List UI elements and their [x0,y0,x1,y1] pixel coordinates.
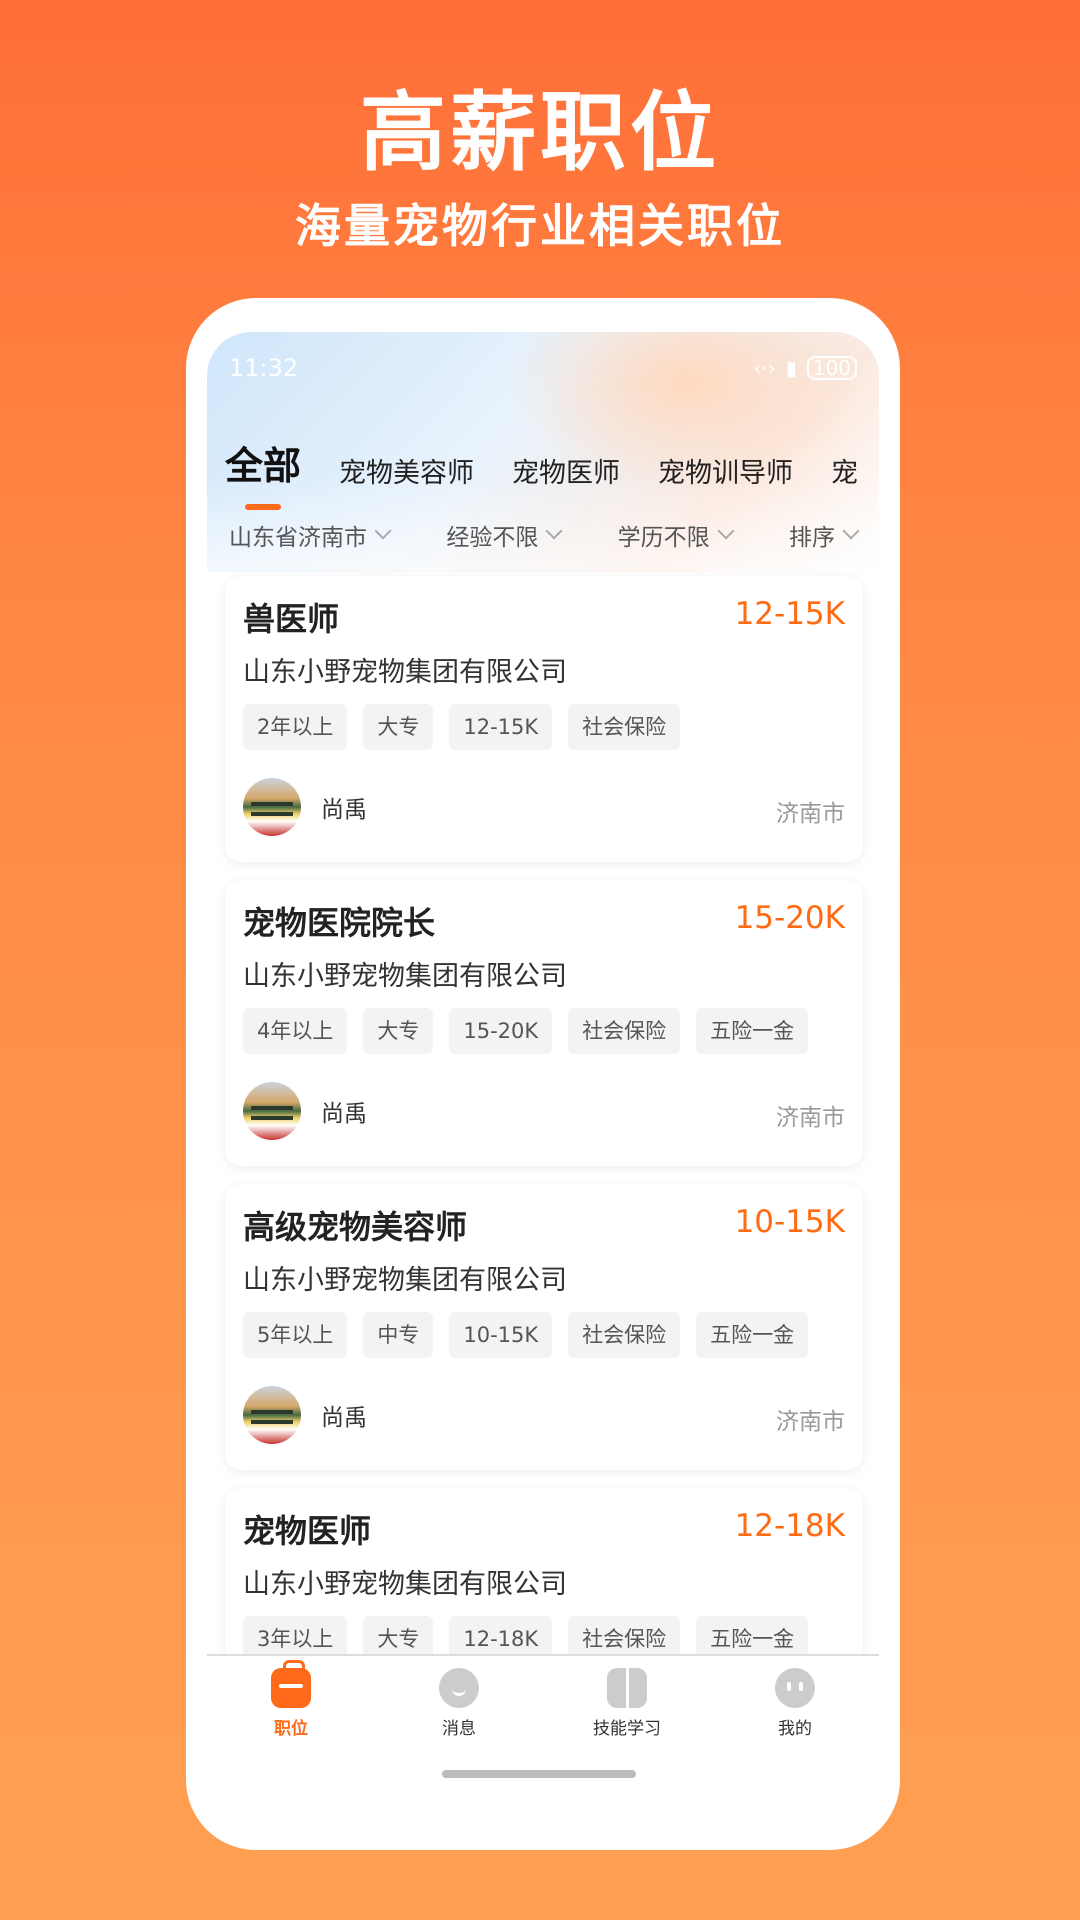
job-tag: 社会保险 [568,1008,681,1054]
job-title: 高级宠物美容师 [243,1208,468,1246]
phone-frame: 11:32 ‹·› ▮ 100 全部 宠物美容师 宠物医师 宠物训导师 宠 山东… [186,298,900,1850]
job-tag: 15-20K [449,1008,553,1054]
job-salary: 15-20K [734,900,845,936]
job-city: 济南市 [776,1105,845,1131]
company-name: 山东小野宠物集团有限公司 [243,1265,567,1296]
job-tag: 4年以上 [243,1008,348,1054]
recruiter: 尚禹 [243,1082,367,1140]
chevron-down-icon [842,522,860,540]
chevron-down-icon [374,522,392,540]
job-tag: 社会保险 [568,1312,681,1358]
chevron-down-icon [717,522,735,540]
recruiter-name: 尚禹 [321,1405,367,1431]
status-icons: ‹·› ▮ 100 [753,356,857,380]
filter-label: 学历不限 [617,525,710,551]
tab-pet-groomer[interactable]: 宠物美容师 [339,451,474,496]
job-tags: 5年以上 中专 10-15K 社会保险 五险一金 [243,1312,809,1358]
job-tags: 4年以上 大专 15-20K 社会保险 五险一金 [243,1008,809,1054]
message-icon [439,1668,479,1708]
location-filter[interactable]: 山东省济南市 [229,518,392,552]
job-tag: 五险一金 [696,1008,809,1054]
home-indicator[interactable] [442,1770,636,1778]
experience-filter[interactable]: 经验不限 [446,518,563,552]
job-city: 济南市 [776,1409,845,1435]
job-salary: 10-15K [734,1204,845,1240]
tabbar-learning[interactable]: 技能学习 [543,1656,711,1762]
tabbar-label: 消息 [442,1719,476,1739]
job-tag: 5年以上 [243,1312,348,1358]
promo-title: 高薪职位 [360,83,720,183]
education-filter[interactable]: 学历不限 [617,518,735,552]
avatar [243,1386,301,1444]
nfc-icon: ‹·› [753,356,776,380]
avatar [243,778,301,836]
tab-pet-doctor[interactable]: 宠物医师 [512,451,620,496]
recruiter-name: 尚禹 [321,1101,367,1127]
job-city: 济南市 [776,801,845,827]
alert-icon: ▮ [785,356,797,380]
briefcase-icon [271,1660,311,1708]
chevron-down-icon [545,522,563,540]
status-time: 11:32 [229,354,299,382]
tabbar-label: 职位 [274,1719,308,1739]
job-tags: 2年以上 大专 12-15K 社会保险 [243,704,681,750]
job-tag: 10-15K [449,1312,553,1358]
job-card[interactable]: 高级宠物美容师 10-15K 山东小野宠物集团有限公司 5年以上 中专 10-1… [225,1184,863,1470]
job-title: 宠物医院院长 [243,904,436,942]
job-card[interactable]: 兽医师 12-15K 山东小野宠物集团有限公司 2年以上 大专 12-15K 社… [225,576,863,862]
tab-more[interactable]: 宠 [831,451,858,496]
job-tag: 大专 [363,1008,434,1054]
tabbar-jobs[interactable]: 职位 [207,1656,375,1762]
job-tag: 大专 [363,704,434,750]
battery-icon: 100 [806,356,857,380]
filter-label: 经验不限 [446,525,539,551]
job-title: 兽医师 [243,600,340,638]
filter-label: 山东省济南市 [229,525,367,551]
company-name: 山东小野宠物集团有限公司 [243,657,567,688]
app-screen: 11:32 ‹·› ▮ 100 全部 宠物美容师 宠物医师 宠物训导师 宠 山东… [207,332,879,1762]
promo-subtitle: 海量宠物行业相关职位 [295,199,785,253]
job-salary: 12-15K [734,596,845,632]
category-tabs: 全部 宠物美容师 宠物医师 宠物训导师 宠 [225,436,879,496]
recruiter: 尚禹 [243,1386,367,1444]
tab-pet-trainer[interactable]: 宠物训导师 [658,451,793,496]
job-tag: 社会保险 [568,704,681,750]
tabbar-profile[interactable]: 我的 [711,1656,879,1762]
tabbar-label: 我的 [778,1719,812,1739]
job-title: 宠物医师 [243,1512,372,1550]
job-salary: 12-18K [734,1508,845,1544]
tabbar-label: 技能学习 [593,1719,661,1739]
recruiter-name: 尚禹 [321,797,367,823]
avatar [243,1082,301,1140]
job-tag: 中专 [363,1312,434,1358]
filter-bar: 山东省济南市 经验不限 学历不限 排序 [229,518,860,552]
job-tag: 五险一金 [696,1312,809,1358]
tabbar-messages[interactable]: 消息 [375,1656,543,1762]
job-card[interactable]: 宠物医院院长 15-20K 山东小野宠物集团有限公司 4年以上 大专 15-20… [225,880,863,1166]
recruiter: 尚禹 [243,778,367,836]
tab-all[interactable]: 全部 [225,435,301,496]
sort-filter[interactable]: 排序 [788,518,860,552]
bottom-tab-bar: 职位 消息 技能学习 我的 [207,1654,879,1762]
profile-icon [775,1668,815,1708]
status-bar: 11:32 ‹·› ▮ 100 [207,332,879,412]
book-icon [607,1668,647,1708]
filter-label: 排序 [788,525,835,551]
job-tag: 12-15K [449,704,553,750]
company-name: 山东小野宠物集团有限公司 [243,961,567,992]
company-name: 山东小野宠物集团有限公司 [243,1569,567,1600]
job-tag: 2年以上 [243,704,348,750]
